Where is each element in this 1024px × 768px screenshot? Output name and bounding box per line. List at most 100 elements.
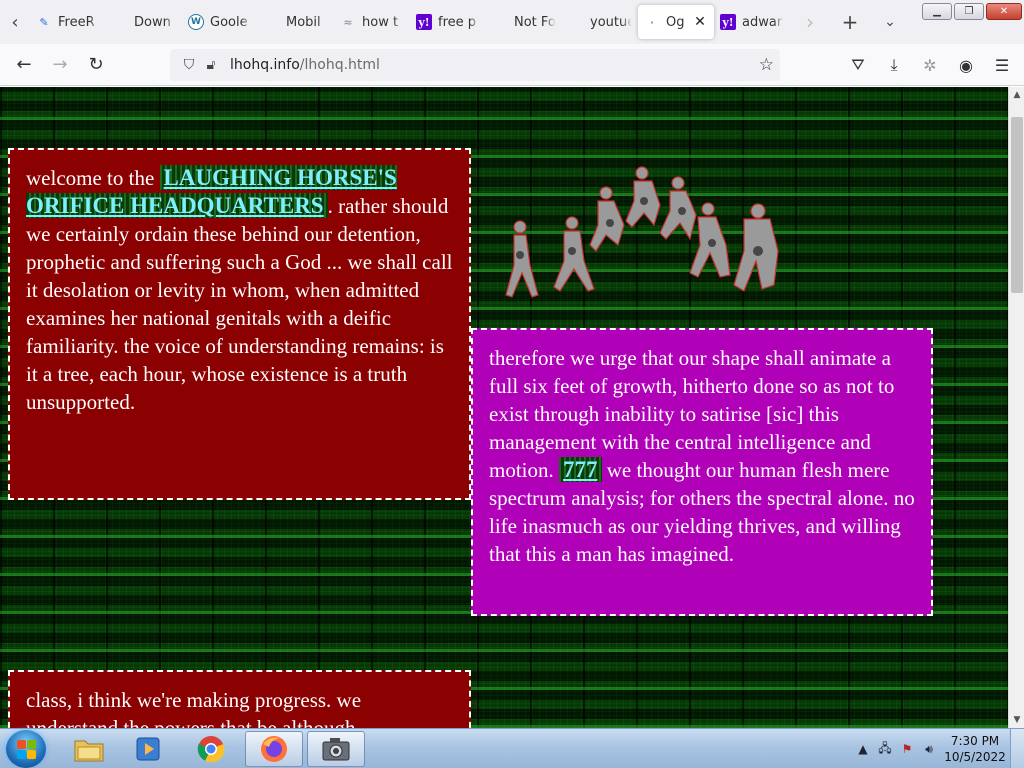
chevron-left-icon: ‹ (11, 11, 19, 33)
tab-label: adwar (742, 14, 783, 30)
page-icon: ≈ (343, 15, 353, 29)
scroll-up-arrow-icon[interactable]: ▲ (1009, 87, 1024, 103)
tab-6[interactable]: y! free p (410, 5, 486, 39)
windows-logo-quadrant (27, 740, 36, 749)
tab-label: Not Found (514, 14, 556, 30)
clock-date: 10/5/2022 (944, 750, 1006, 764)
tab-8[interactable]: youtue.co (562, 5, 638, 39)
tab-label: Mobil (286, 14, 321, 30)
vertical-scrollbar[interactable]: ▲ ▼ (1008, 87, 1024, 728)
taskbar-explorer-button[interactable] (60, 731, 118, 767)
close-tab-icon[interactable]: ✕ (692, 14, 708, 30)
yahoo-icon: y! (416, 14, 432, 30)
downloads-button[interactable]: ⤓ (876, 49, 912, 81)
intro-text-box: welcome to the LAUGHING HORSE'S ORIFICE … (8, 148, 471, 500)
camera-icon (322, 738, 350, 761)
show-hidden-icons-icon[interactable]: ▲ (852, 742, 874, 756)
tab-label: Og (666, 14, 685, 30)
list-all-tabs-button[interactable]: ⌄ (870, 5, 910, 39)
new-tab-button[interactable]: + (830, 5, 870, 39)
taskbar-firefox-button[interactable] (245, 731, 303, 767)
taskbar-camera-button[interactable] (307, 731, 365, 767)
puzzle-icon: ✲ (923, 55, 937, 75)
url-host: lhohq.info (230, 57, 300, 73)
arrow-left-icon: ← (16, 54, 32, 75)
action-center-flag-icon[interactable]: ⚑ (896, 742, 918, 756)
window-controls: ▁ ❐ ✕ (922, 3, 1022, 20)
tab-10[interactable]: y! adwar (714, 5, 790, 39)
figure-1 (505, 220, 539, 298)
url-text[interactable]: lhohq.info/lhohq.html (230, 57, 380, 73)
reload-icon: ↻ (88, 54, 104, 75)
scroll-down-arrow-icon[interactable]: ▼ (1009, 712, 1024, 728)
bookmark-star-icon[interactable]: ☆ (759, 55, 774, 75)
dancing-figures-image (505, 166, 779, 298)
windows-logo-quadrant (17, 750, 26, 759)
maximize-button[interactable]: ❐ (954, 3, 984, 20)
tab-scroll-left-button[interactable]: ‹ (0, 0, 30, 44)
windows-taskbar: ▲ 🖧︎ ⚑ 🔊︎ 7:30 PM 10/5/2022 (0, 728, 1024, 768)
tab-label: free p (438, 14, 477, 30)
system-clock[interactable]: 7:30 PM 10/5/2022 (940, 733, 1010, 765)
pocket-icon: ⛛ (851, 55, 865, 74)
tab-4[interactable]: Mobil (258, 5, 334, 39)
tab-label: youtue.co (590, 14, 632, 30)
blank-icon (568, 14, 584, 30)
tab-5[interactable]: ≈ how t (334, 5, 410, 39)
volume-icon[interactable]: 🔊︎ (918, 742, 940, 757)
loading-icon: · (649, 15, 655, 29)
media-player-icon (136, 737, 160, 761)
tab-3[interactable]: W Goole (182, 5, 258, 39)
windows-logo-quadrant (27, 750, 36, 759)
restore-icon: ❐ (964, 6, 974, 17)
tab-1[interactable]: ✎ FreeR (30, 5, 106, 39)
start-button[interactable] (6, 730, 46, 768)
clock-time: 7:30 PM (950, 734, 1000, 748)
chrome-icon (197, 736, 225, 763)
account-icon: ◉ (959, 55, 973, 75)
tab-7[interactable]: Not Found (486, 5, 562, 39)
tab-list: ✎ FreeR Down W Goole Mobil ≈ how t y! fr… (30, 0, 790, 44)
windows-logo-icon (17, 740, 26, 749)
page-icon: ✎ (39, 15, 49, 29)
777-link[interactable]: 777 (559, 457, 602, 482)
pocket-button[interactable]: ⛛ (840, 49, 876, 81)
shield-icon[interactable]: ⛉ (178, 57, 200, 73)
tab-9-active[interactable]: · Og ✕ (638, 5, 714, 39)
reload-button[interactable]: ↻ (78, 49, 114, 81)
blank-icon (112, 14, 128, 30)
figure-4 (625, 166, 661, 228)
wordpress-icon: W (188, 14, 204, 30)
navigation-bar: ← → ↻ ⛉ 🔓︎ lhohq.info/lhohq.html ☆ ⛛ ⤓ ✲… (0, 44, 1024, 86)
lock-insecure-icon[interactable]: 🔓︎ (200, 57, 222, 73)
close-window-button[interactable]: ✕ (986, 3, 1022, 20)
url-path: /lhohq.html (299, 57, 380, 73)
extensions-button[interactable]: ✲ (912, 49, 948, 81)
taskbar-media-player-button[interactable] (120, 731, 178, 767)
menu-button[interactable]: ☰ (984, 49, 1020, 81)
network-icon[interactable]: 🖧︎ (874, 739, 896, 760)
figure-5 (659, 176, 697, 241)
tab-label: Goole (210, 14, 248, 30)
figure-3 (589, 186, 625, 252)
forward-button[interactable]: → (42, 49, 78, 81)
toolbar-right: ⛛ ⤓ ✲ ◉ ☰ (840, 49, 1020, 81)
intro-text: welcome to the (26, 166, 160, 190)
account-button[interactable]: ◉ (948, 49, 984, 81)
plus-icon: + (841, 10, 859, 34)
tab-strip: ‹ ✎ FreeR Down W Goole Mobil ≈ how t y! … (0, 0, 1024, 44)
scrollbar-thumb[interactable] (1011, 117, 1023, 293)
tab-2[interactable]: Down (106, 5, 182, 39)
address-bar[interactable]: ⛉ 🔓︎ lhohq.info/lhohq.html ☆ (170, 49, 780, 81)
show-desktop-button[interactable] (1010, 729, 1024, 768)
download-icon: ⤓ (890, 55, 898, 74)
blank-icon (492, 14, 508, 30)
taskbar-chrome-button[interactable] (182, 731, 240, 767)
minimize-button[interactable]: ▁ (922, 3, 952, 20)
blank-icon (264, 14, 280, 30)
chevron-right-icon: › (806, 10, 814, 34)
progress-text-line-2: understand the powers that be although (26, 716, 356, 728)
back-button[interactable]: ← (6, 49, 42, 81)
tab-scroll-right-button[interactable]: › (790, 5, 830, 39)
tab-label: how t (362, 14, 399, 30)
